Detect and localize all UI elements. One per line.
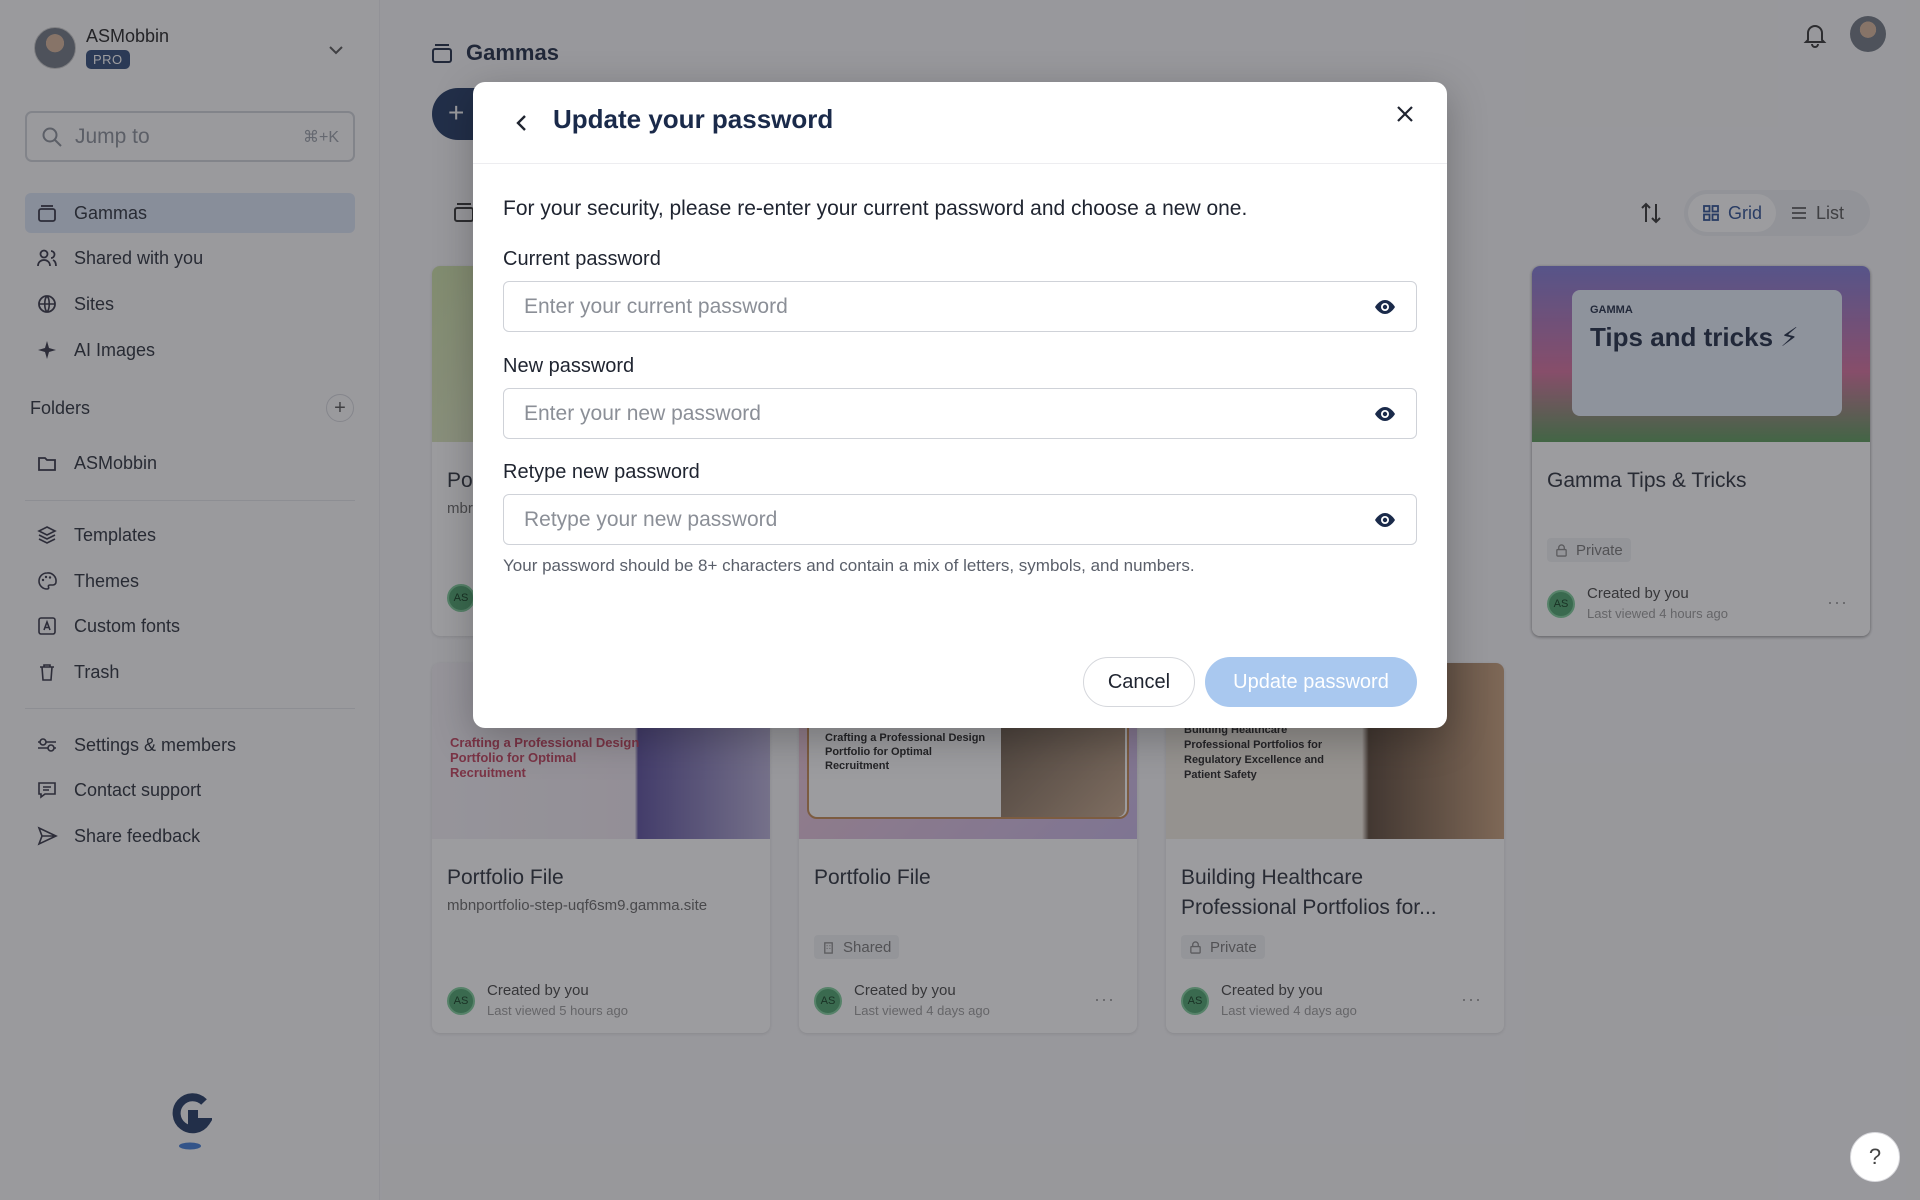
cancel-button[interactable]: Cancel xyxy=(1083,657,1195,707)
close-icon[interactable] xyxy=(1391,100,1419,128)
dialog-title: Update your password xyxy=(553,104,834,134)
field-placeholder: Enter your current password xyxy=(524,294,788,318)
retype-password-label: Retype new password xyxy=(503,461,700,483)
retype-password-field[interactable]: Retype your new password xyxy=(503,494,1417,545)
current-password-label: Current password xyxy=(503,248,661,270)
dialog-header: Update your password xyxy=(473,82,1447,164)
chevron-left-icon[interactable] xyxy=(511,112,533,134)
field-placeholder: Retype your new password xyxy=(524,507,778,531)
eye-icon[interactable] xyxy=(1374,296,1396,318)
password-hint: Your password should be 8+ characters an… xyxy=(503,556,1195,575)
update-password-button[interactable]: Update password xyxy=(1205,657,1417,707)
current-password-field[interactable]: Enter your current password xyxy=(503,281,1417,332)
new-password-field[interactable]: Enter your new password xyxy=(503,388,1417,439)
eye-icon[interactable] xyxy=(1374,403,1396,425)
update-password-dialog: Update your password For your security, … xyxy=(473,82,1447,728)
help-button[interactable]: ? xyxy=(1850,1132,1900,1182)
eye-icon[interactable] xyxy=(1374,509,1396,531)
new-password-label: New password xyxy=(503,355,635,377)
field-placeholder: Enter your new password xyxy=(524,401,761,425)
dialog-intro: For your security, please re-enter your … xyxy=(503,197,1248,220)
